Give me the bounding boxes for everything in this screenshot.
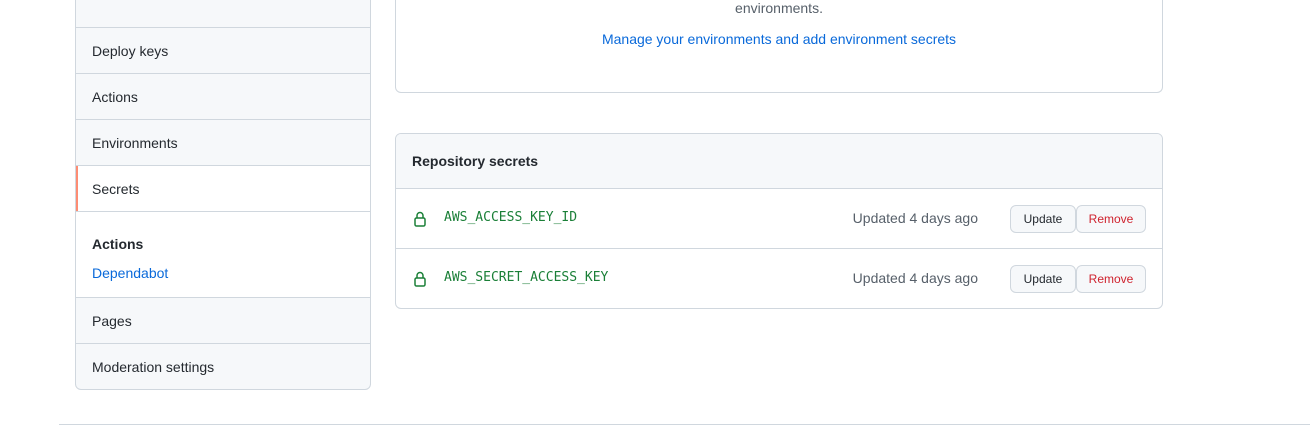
secret-name: AWS_ACCESS_KEY_ID bbox=[444, 210, 578, 225]
sidebar-item-secrets[interactable]: Secrets bbox=[76, 165, 370, 211]
environments-text: environments. bbox=[735, 0, 823, 16]
lock-icon bbox=[414, 211, 426, 227]
sidebar-secrets-subgroup: Actions Dependabot bbox=[76, 211, 370, 297]
sidebar-item-moderation-settings[interactable]: Moderation settings bbox=[76, 343, 370, 389]
sidebar-subgroup-actions[interactable]: Actions bbox=[92, 234, 354, 254]
secret-updated-time: Updated 4 days ago bbox=[852, 270, 978, 286]
secret-name: AWS_SECRET_ACCESS_KEY bbox=[444, 270, 609, 285]
sidebar-subgroup-dependabot[interactable]: Dependabot bbox=[92, 263, 354, 283]
secret-row: AWS_SECRET_ACCESS_KEY Updated 4 days ago… bbox=[396, 249, 1162, 308]
sidebar-item-deploy-keys[interactable]: Deploy keys bbox=[76, 27, 370, 73]
repository-secrets-title: Repository secrets bbox=[396, 134, 1162, 189]
sidebar-item-pages[interactable]: Pages bbox=[76, 297, 370, 343]
footer-divider bbox=[59, 424, 1310, 425]
sidebar-item-partial[interactable] bbox=[76, 0, 370, 27]
update-secret-button[interactable]: Update bbox=[1010, 205, 1076, 233]
sidebar-item-environments[interactable]: Environments bbox=[76, 119, 370, 165]
remove-secret-button[interactable]: Remove bbox=[1076, 265, 1146, 293]
lock-icon bbox=[414, 271, 426, 287]
environment-secrets-box: environments. Manage your environments a… bbox=[395, 0, 1163, 93]
repository-secrets-box: Repository secrets AWS_ACCESS_KEY_ID Upd… bbox=[395, 133, 1163, 309]
secret-updated-time: Updated 4 days ago bbox=[852, 210, 978, 226]
settings-sidebar: Deploy keys Actions Environments Secrets… bbox=[75, 0, 371, 390]
secret-row: AWS_ACCESS_KEY_ID Updated 4 days ago Upd… bbox=[396, 189, 1162, 249]
remove-secret-button[interactable]: Remove bbox=[1076, 205, 1146, 233]
manage-environments-link[interactable]: Manage your environments and add environ… bbox=[396, 31, 1162, 47]
sidebar-item-actions[interactable]: Actions bbox=[76, 73, 370, 119]
update-secret-button[interactable]: Update bbox=[1010, 265, 1076, 293]
